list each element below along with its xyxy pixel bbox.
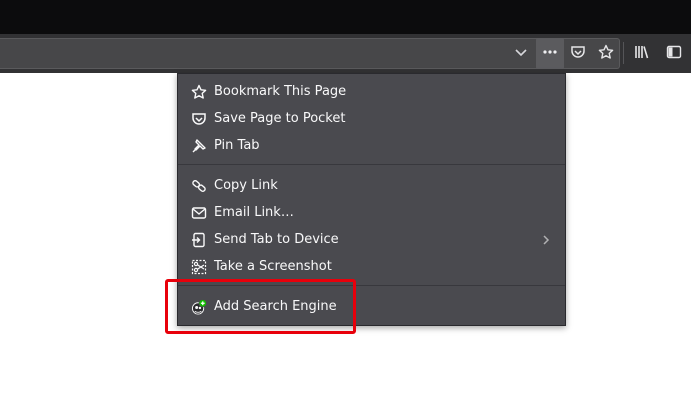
menu-item-label: Take a Screenshot [214,259,332,274]
star-icon [190,83,207,100]
menu-item-pin-tab[interactable]: Pin Tab [178,132,565,159]
url-dropdown-button[interactable] [507,38,535,69]
more-horizontal-icon [542,44,558,64]
menu-item-label: Bookmark This Page [214,84,347,99]
sidebar-icon [666,44,682,64]
menu-item-copy-link[interactable]: Copy Link [178,172,565,199]
menu-item-take-screenshot[interactable]: Take a Screenshot [178,253,565,280]
star-icon [598,44,614,64]
email-icon [190,204,207,221]
chevron-down-icon [513,44,529,64]
pocket-button[interactable] [564,38,592,69]
send-tab-icon [190,231,207,248]
screenshot-icon [190,258,207,275]
toolbar-separator [623,42,624,64]
menu-separator [178,164,565,165]
highlight-annotation [165,279,356,334]
chevron-right-icon [539,232,553,246]
pocket-icon [570,44,586,64]
library-button[interactable] [628,38,656,69]
menu-item-label: Pin Tab [214,138,260,153]
menu-item-bookmark-page[interactable]: Bookmark This Page [178,78,565,105]
link-icon [190,177,207,194]
library-icon [634,44,650,64]
menu-item-send-tab-to-device[interactable]: Send Tab to Device [178,226,565,253]
menu-item-label: Save Page to Pocket [214,111,346,126]
pin-icon [190,137,207,154]
menu-item-label: Email Link… [214,205,294,220]
menu-item-label: Copy Link [214,178,278,193]
menu-item-label: Send Tab to Device [214,232,339,247]
pocket-icon [190,110,207,127]
sidebar-button[interactable] [660,38,688,69]
menu-item-save-to-pocket[interactable]: Save Page to Pocket [178,105,565,132]
page-actions-button[interactable] [536,38,564,69]
bookmark-star-button[interactable] [592,38,620,69]
menu-item-email-link[interactable]: Email Link… [178,199,565,226]
title-bar [0,0,691,34]
